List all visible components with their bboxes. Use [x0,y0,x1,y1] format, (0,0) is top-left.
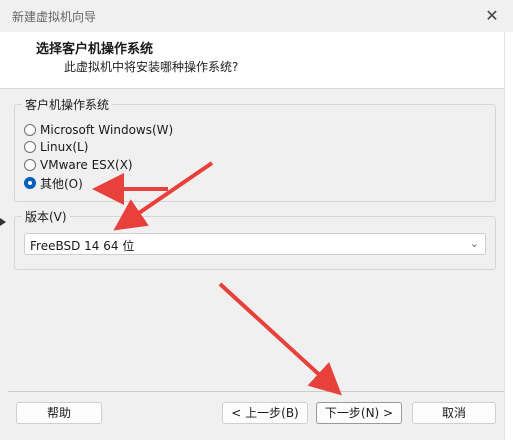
radio-vmware-esx[interactable]: VMware ESX(X) [24,157,133,173]
radio-linux[interactable]: Linux(L) [24,139,88,155]
cancel-button[interactable]: 取消 [412,402,496,424]
radio-other[interactable]: 其他(O) [24,175,83,191]
chevron-down-icon[interactable]: ⌄ [470,237,479,250]
radio-windows[interactable]: Microsoft Windows(W) [24,122,173,138]
version-group-title: 版本(V) [22,208,70,225]
wizard-header: 选择客户机操作系统 此虚拟机中将安装哪种操作系统? [0,32,504,89]
next-button[interactable]: 下一步(N) > [316,402,402,424]
radio-circle[interactable] [24,124,36,136]
back-button[interactable]: < 上一步(B) [222,402,308,424]
version-select[interactable]: FreeBSD 14 64 位 ⌄ [24,233,486,255]
radio-label: VMware ESX(X) [40,158,133,172]
radio-label: Linux(L) [40,140,89,154]
radio-label: Microsoft Windows(W) [40,123,174,137]
resize-indicator [0,218,6,226]
help-button[interactable]: 帮助 [16,402,102,424]
close-icon[interactable]: ✕ [481,5,503,27]
page-subtitle: 此虚拟机中将安装哪种操作系统? [64,60,239,74]
version-select-value: FreeBSD 14 64 位 [30,239,135,253]
radio-circle-selected[interactable] [24,177,36,189]
window-edge [504,32,513,440]
radio-label: 其他(O) [40,176,83,191]
radio-circle[interactable] [24,141,36,153]
footer-divider [8,391,504,392]
os-group-title: 客户机操作系统 [22,96,113,113]
title-bar: 新建虚拟机向导 ✕ [0,0,513,32]
page-title: 选择客户机操作系统 [36,42,154,57]
window-title: 新建虚拟机向导 [12,10,97,24]
radio-circle[interactable] [24,159,36,171]
